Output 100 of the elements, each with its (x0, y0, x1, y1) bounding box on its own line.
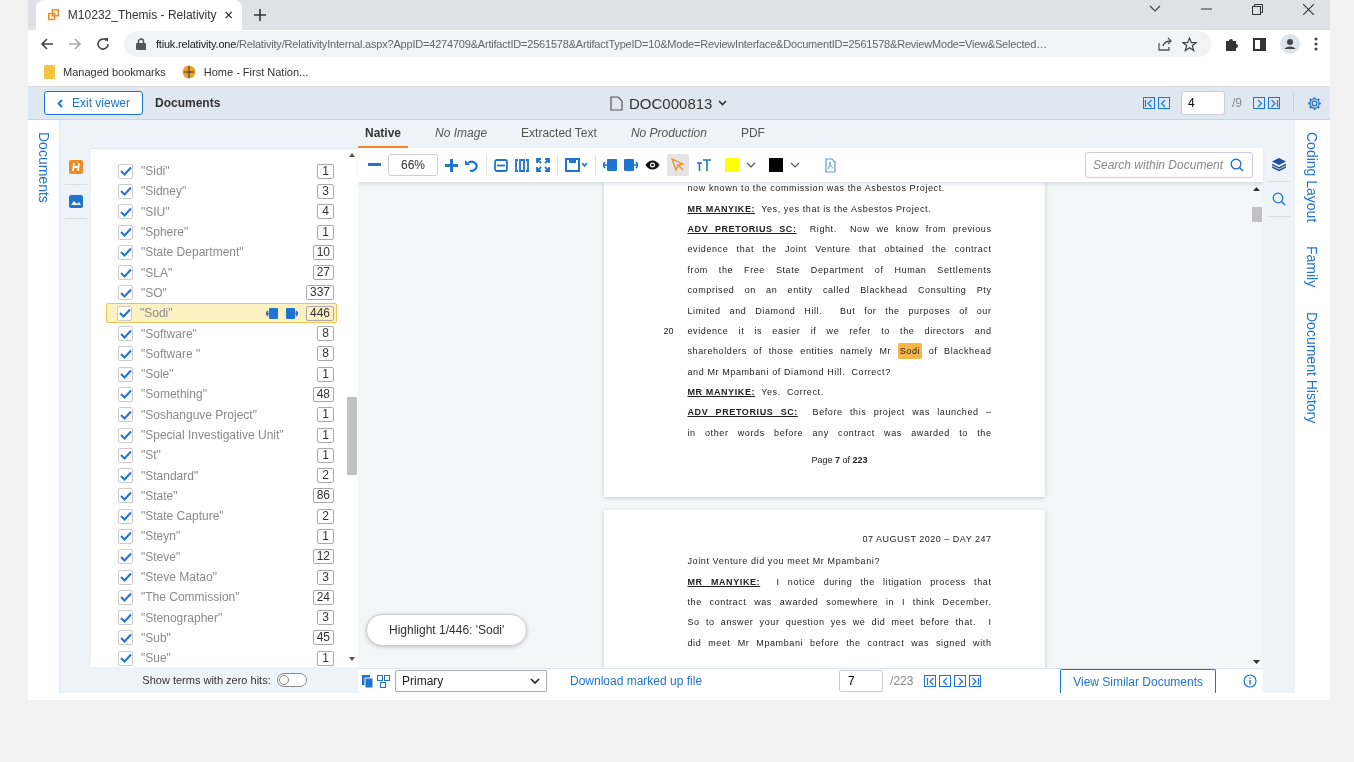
checkbox[interactable] (118, 630, 133, 646)
document-number-field[interactable]: 4 (1181, 91, 1225, 115)
previous-hit-icon[interactable] (603, 159, 617, 171)
term-row[interactable]: "State Department" 10 (112, 242, 337, 263)
term-row[interactable]: "Sole" 1 (112, 363, 337, 385)
caret-icon[interactable] (718, 100, 728, 106)
term-row[interactable]: "Steve" 12 (112, 546, 337, 567)
checkbox[interactable] (117, 305, 132, 321)
zoom-field[interactable]: 66% (388, 154, 438, 176)
documents-icon[interactable] (362, 674, 374, 688)
eye-icon[interactable] (645, 160, 660, 170)
layout-select[interactable]: Primary (395, 670, 547, 692)
checkbox[interactable] (118, 285, 133, 301)
first-page-button[interactable] (924, 675, 937, 687)
term-row[interactable]: "Steyn" 1 (112, 526, 337, 547)
term-row[interactable]: "SIU" 4 (112, 201, 337, 222)
pdf-file-icon[interactable] (825, 157, 836, 173)
checkbox[interactable] (118, 326, 133, 341)
zoom-out-icon[interactable] (368, 163, 381, 167)
scroll-up-icon[interactable] (348, 153, 355, 157)
scroll-down-icon[interactable] (348, 657, 355, 661)
term-row[interactable]: "The Commission" 24 (112, 587, 337, 608)
previous-hit-icon[interactable] (265, 307, 278, 319)
more-menu-icon[interactable] (1314, 37, 1318, 51)
term-row[interactable]: "Sue" 1 (112, 648, 337, 667)
term-row[interactable]: "SLA" 27 (112, 262, 337, 283)
scrollbar-thumb[interactable] (1251, 207, 1262, 222)
side-tab[interactable]: Coding Layout (1303, 132, 1320, 223)
checkbox[interactable] (118, 569, 133, 585)
scroll-up-icon[interactable] (1253, 187, 1260, 191)
checkbox[interactable] (118, 468, 133, 484)
checkbox[interactable] (118, 163, 133, 179)
checkbox[interactable] (118, 183, 133, 199)
page-number-field[interactable]: 7 (839, 670, 884, 692)
term-row[interactable]: "Sodi" 446 (106, 303, 337, 324)
document-title[interactable]: DOC000813 (629, 94, 713, 112)
next-hit-icon[interactable] (285, 307, 298, 319)
text-color-swatch[interactable] (769, 158, 783, 172)
term-row[interactable]: "Standard" 2 (112, 465, 337, 486)
view-similar-button[interactable]: View Similar Documents (1060, 669, 1216, 693)
term-row[interactable]: "State Capture" 2 (112, 506, 337, 527)
viewer-tab[interactable]: No Image (428, 126, 495, 148)
close-icon[interactable] (224, 10, 232, 20)
term-row[interactable]: "Stenographer" 3 (112, 607, 337, 628)
term-row[interactable]: "Sub" 45 (112, 627, 337, 649)
search-icon[interactable] (1272, 192, 1286, 206)
image-icon[interactable] (68, 195, 83, 208)
chevron-down-icon[interactable] (746, 162, 756, 168)
share-icon[interactable] (1158, 37, 1172, 51)
checkbox[interactable] (118, 386, 133, 402)
expand-icon[interactable] (536, 158, 550, 172)
scroll-down-icon[interactable] (1253, 660, 1260, 664)
save-dropdown-icon[interactable] (565, 158, 588, 172)
address-bar[interactable]: ftiuk.relativity.one/Relativity/RelativityInternal.aspx?AppID=4274709&ArtifactID=2561578&ArtifactTypeID=10&Mode=ReviewInterface&DocumentID=2561578&ReviewMode=View&Selected… (124, 31, 1211, 57)
term-row[interactable]: "Something" 48 (112, 384, 337, 405)
viewer-tab[interactable]: Extracted Text (514, 126, 604, 148)
side-tab[interactable]: Document History (1303, 311, 1320, 423)
side-tab[interactable]: Documents (35, 132, 52, 203)
bookmark-link[interactable]: Home - First Nation... (203, 66, 309, 78)
close-icon[interactable] (1303, 3, 1314, 15)
term-row[interactable]: "SO" 337 (112, 282, 337, 304)
term-row[interactable]: "Sidi" 1 (112, 161, 337, 182)
text-size-icon[interactable] (696, 159, 712, 171)
term-row[interactable]: "Soshanguve Project" 1 (112, 404, 337, 425)
checkbox[interactable] (118, 265, 133, 281)
bookmark-link[interactable]: Managed bookmarks (63, 66, 166, 78)
fit-width-icon[interactable] (494, 158, 508, 172)
sidebar-icon[interactable] (1253, 37, 1266, 51)
back-arrow-icon[interactable] (40, 37, 54, 51)
term-row[interactable]: "St" 1 (112, 445, 337, 466)
next-page-button[interactable] (1253, 97, 1265, 109)
toggle-switch[interactable] (276, 673, 307, 687)
last-page-button[interactable] (1268, 97, 1280, 109)
scrollbar-thumb[interactable] (346, 397, 357, 475)
fit-page-icon[interactable] (515, 158, 529, 172)
checkbox[interactable] (118, 650, 133, 666)
restore-icon[interactable] (1252, 3, 1263, 15)
browser-tab[interactable]: M10232_Themis - Relativity (36, 0, 242, 30)
checkbox[interactable] (118, 447, 133, 463)
term-row[interactable]: "State" 86 (112, 485, 337, 507)
search-field[interactable]: Search within Document (1085, 152, 1253, 178)
last-page-button[interactable] (969, 675, 982, 687)
rotate-icon[interactable] (465, 158, 479, 172)
checkbox[interactable] (118, 366, 133, 382)
chevron-down-icon[interactable] (1149, 5, 1161, 13)
viewer-tab[interactable]: No Production (623, 126, 714, 148)
checkbox[interactable] (118, 610, 133, 626)
highlight-h-icon[interactable] (68, 160, 83, 174)
download-link[interactable]: Download marked up file (570, 674, 703, 688)
reload-icon[interactable] (96, 37, 110, 51)
next-hit-icon[interactable] (624, 159, 638, 171)
previous-page-button[interactable] (939, 675, 952, 687)
search-icon[interactable] (1230, 158, 1244, 172)
zoom-in-icon[interactable] (445, 158, 458, 172)
highlight-color-swatch[interactable] (725, 158, 739, 172)
term-row[interactable]: "Software" 8 (112, 323, 337, 344)
checkbox[interactable] (118, 346, 133, 362)
layout-icon[interactable] (377, 674, 390, 688)
checkbox[interactable] (118, 407, 133, 423)
exit-viewer-button[interactable]: Exit viewer (44, 91, 143, 115)
